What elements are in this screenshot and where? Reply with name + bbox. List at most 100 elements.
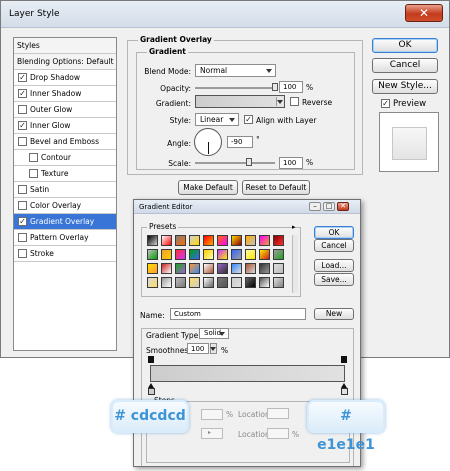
preset-swatch[interactable]: [203, 263, 214, 274]
blend-mode-select[interactable]: Normal: [195, 64, 276, 77]
gradient-dropdown-button[interactable]: [276, 97, 283, 106]
sidebar-checkbox[interactable]: [29, 169, 38, 178]
close-button[interactable]: ✕: [405, 4, 443, 22]
sidebar-checkbox[interactable]: [18, 105, 27, 114]
preset-swatch[interactable]: [259, 263, 270, 274]
angle-input[interactable]: -90: [227, 136, 253, 148]
sidebar-item-satin[interactable]: Satin: [14, 182, 116, 198]
opacity-slider[interactable]: [195, 87, 275, 89]
preset-swatch[interactable]: [259, 235, 270, 246]
sidebar-checkbox[interactable]: ✓: [18, 73, 27, 82]
sidebar-checkbox[interactable]: [18, 185, 27, 194]
new-style-button[interactable]: New Style...: [372, 79, 438, 94]
preset-swatch[interactable]: [231, 249, 242, 260]
preset-swatch[interactable]: [161, 277, 172, 288]
reset-to-default-button[interactable]: Reset to Default: [242, 180, 310, 195]
preset-swatch[interactable]: [189, 277, 200, 288]
preview-checkbox[interactable]: ✓: [381, 99, 390, 108]
preset-swatch[interactable]: [245, 277, 256, 288]
reverse-checkbox[interactable]: [290, 97, 299, 106]
ge-load-button[interactable]: Load...: [314, 259, 354, 272]
make-default-button[interactable]: Make Default: [178, 180, 238, 195]
preset-swatch[interactable]: [189, 263, 200, 274]
sidebar-checkbox[interactable]: ✓: [18, 89, 27, 98]
stop-color-swatch[interactable]: [201, 428, 223, 439]
sidebar-item-blending-options-default[interactable]: Blending Options: Default: [14, 54, 116, 70]
presets-scrollbar[interactable]: [292, 235, 298, 293]
sidebar-checkbox[interactable]: ✓: [18, 121, 27, 130]
sidebar-item-outer-glow[interactable]: Outer Glow: [14, 102, 116, 118]
sidebar-checkbox[interactable]: [29, 153, 38, 162]
preset-swatch[interactable]: [231, 263, 242, 274]
ok-button[interactable]: OK: [372, 38, 438, 53]
preset-swatch[interactable]: [203, 249, 214, 260]
preset-swatch[interactable]: [217, 263, 228, 274]
gradient-bar[interactable]: [150, 365, 345, 382]
scale-slider-thumb[interactable]: [245, 158, 252, 166]
sidebar-item-contour[interactable]: Contour: [14, 150, 116, 166]
preset-swatch[interactable]: [147, 263, 158, 274]
style-select[interactable]: Linear: [195, 113, 239, 126]
preset-swatch[interactable]: [161, 235, 172, 246]
align-with-layer-checkbox[interactable]: ✓: [244, 115, 253, 124]
preset-swatch[interactable]: [175, 263, 186, 274]
gradient-name-input[interactable]: Custom: [170, 308, 306, 320]
sidebar-item-stroke[interactable]: Stroke: [14, 246, 116, 262]
sidebar-checkbox[interactable]: ✓: [18, 217, 27, 226]
presets-menu-icon[interactable]: ▸: [292, 223, 296, 231]
preset-swatch[interactable]: [161, 263, 172, 274]
gradient-type-select[interactable]: Solid: [199, 328, 229, 339]
gradient-preview-swatch[interactable]: [195, 95, 285, 108]
preset-swatch[interactable]: [175, 277, 186, 288]
preset-swatch[interactable]: [175, 235, 186, 246]
scale-input[interactable]: 100: [279, 157, 303, 169]
preset-swatch[interactable]: [273, 235, 284, 246]
smoothness-dropdown-button[interactable]: [210, 343, 217, 354]
angle-dial[interactable]: [194, 128, 222, 156]
stop-color-location-input[interactable]: [267, 428, 289, 439]
preset-swatch[interactable]: [245, 263, 256, 274]
opacity-slider-thumb[interactable]: [272, 83, 278, 91]
close-icon[interactable]: ✕: [337, 202, 349, 211]
sidebar-checkbox[interactable]: [18, 137, 27, 146]
sidebar-item-color-overlay[interactable]: Color Overlay: [14, 198, 116, 214]
cancel-button[interactable]: Cancel: [372, 58, 438, 73]
preset-swatch[interactable]: [217, 249, 228, 260]
preset-swatch[interactable]: [273, 263, 284, 274]
ge-save-button[interactable]: Save...: [314, 273, 354, 286]
ge-cancel-button[interactable]: Cancel: [314, 239, 354, 252]
maximize-icon[interactable]: □: [323, 202, 335, 211]
scale-slider[interactable]: [195, 162, 275, 164]
sidebar-item-drop-shadow[interactable]: ✓ Drop Shadow: [14, 70, 116, 86]
preset-swatch[interactable]: [245, 249, 256, 260]
sidebar-item-bevel-and-emboss[interactable]: Bevel and Emboss: [14, 134, 116, 150]
preset-swatch[interactable]: [273, 277, 284, 288]
sidebar-checkbox[interactable]: [18, 233, 27, 242]
sidebar-item-pattern-overlay[interactable]: Pattern Overlay: [14, 230, 116, 246]
preset-swatch[interactable]: [273, 249, 284, 260]
opacity-stop-right[interactable]: [341, 356, 347, 363]
preset-swatch[interactable]: [189, 235, 200, 246]
preset-swatch[interactable]: [175, 249, 186, 260]
preset-swatch[interactable]: [147, 235, 158, 246]
preset-swatch[interactable]: [231, 277, 242, 288]
preset-swatch[interactable]: [161, 249, 172, 260]
opacity-input[interactable]: 100: [279, 81, 303, 93]
preset-swatch[interactable]: [231, 235, 242, 246]
preset-swatch[interactable]: [259, 277, 270, 288]
sidebar-item-inner-glow[interactable]: ✓ Inner Glow: [14, 118, 116, 134]
color-stop-right[interactable]: [341, 388, 348, 395]
ge-new-button[interactable]: New: [314, 308, 354, 320]
ge-ok-button[interactable]: OK: [314, 226, 354, 239]
preset-swatch[interactable]: [147, 249, 158, 260]
minimize-icon[interactable]: –: [309, 202, 321, 211]
sidebar-item-styles[interactable]: Styles: [14, 38, 116, 54]
stop-opacity-location-input[interactable]: [267, 408, 289, 419]
preset-swatch[interactable]: [147, 277, 158, 288]
sidebar-item-gradient-overlay[interactable]: ✓ Gradient Overlay: [14, 214, 116, 230]
sidebar-item-inner-shadow[interactable]: ✓ Inner Shadow: [14, 86, 116, 102]
preset-swatch[interactable]: [189, 249, 200, 260]
preset-swatch[interactable]: [217, 235, 228, 246]
smoothness-input[interactable]: 100: [187, 343, 209, 354]
sidebar-item-texture[interactable]: Texture: [14, 166, 116, 182]
